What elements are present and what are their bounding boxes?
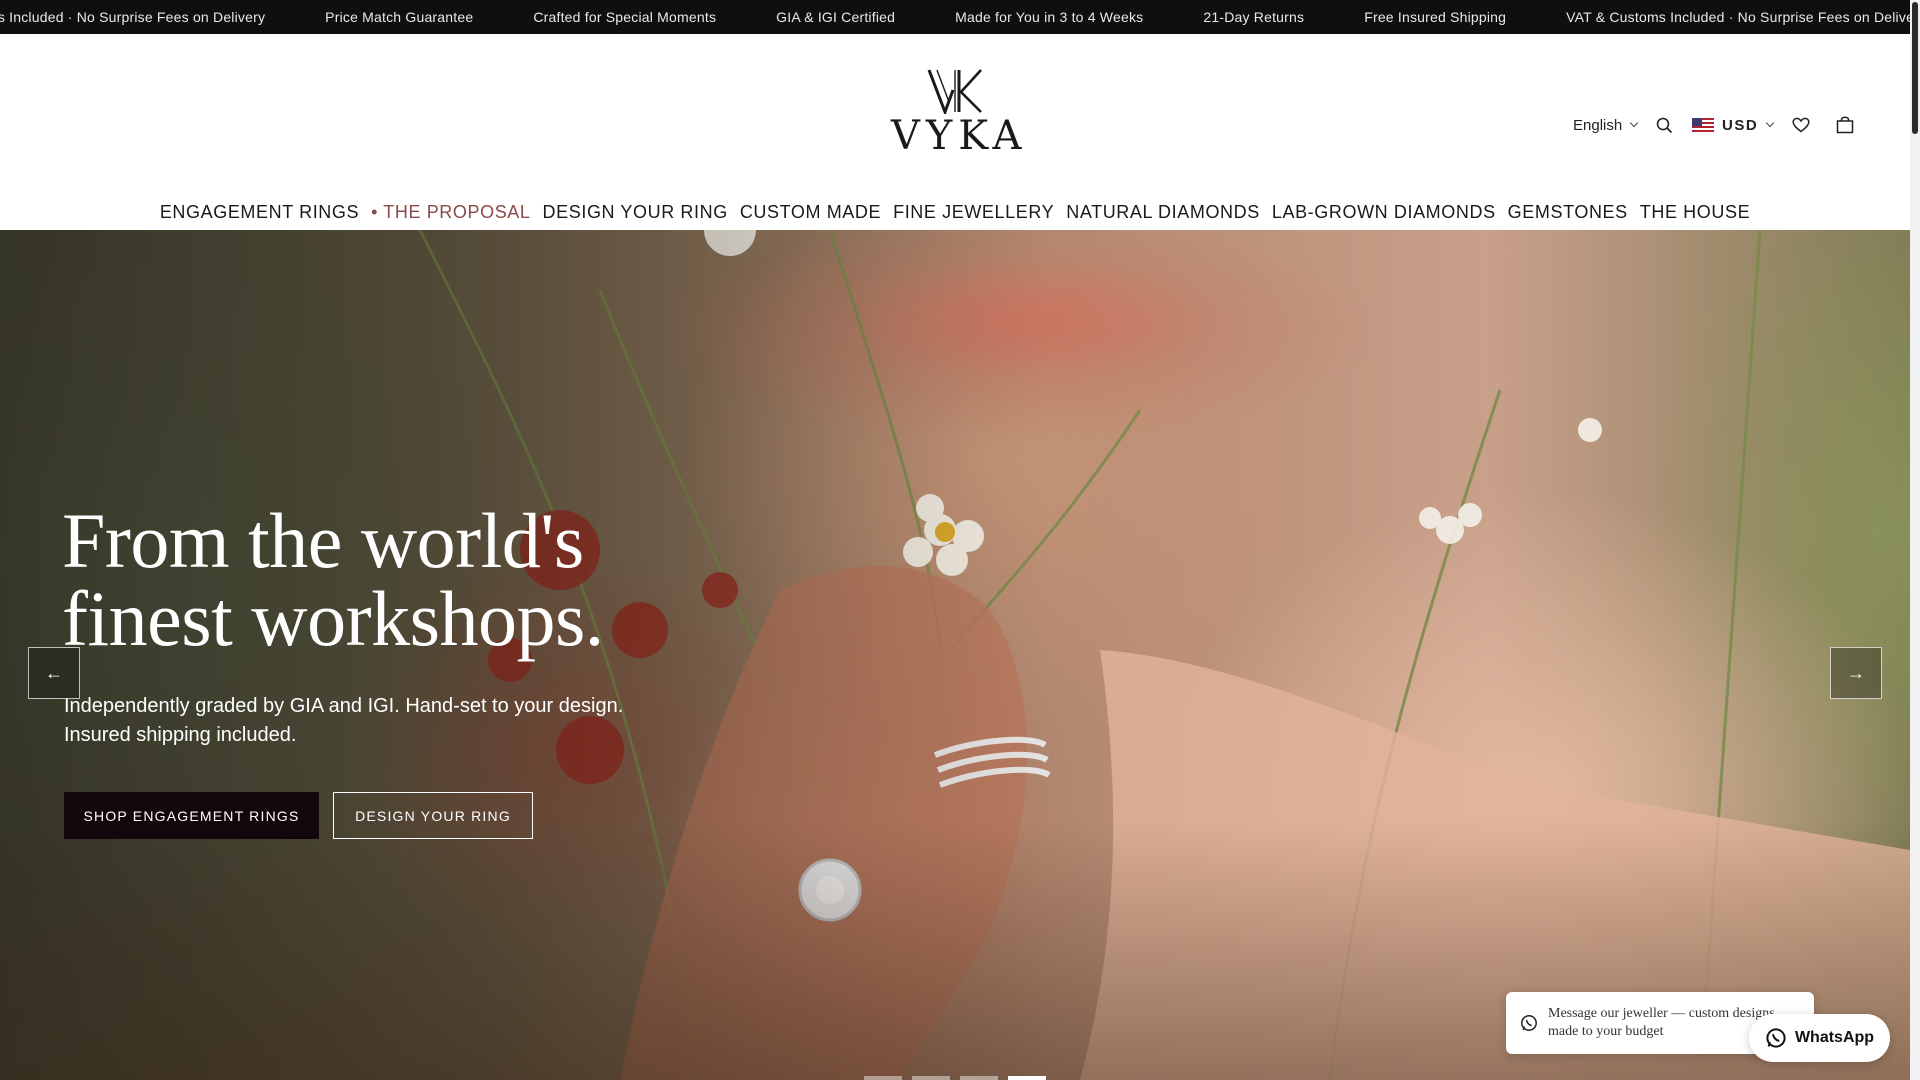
nav-item-engagement-rings[interactable]: ENGAGEMENT RINGS bbox=[154, 202, 365, 223]
nav-item-natural-diamonds[interactable]: NATURAL DIAMONDS bbox=[1060, 202, 1266, 223]
whatsapp-button[interactable]: WhatsApp bbox=[1749, 1014, 1890, 1062]
slide-dot-active[interactable] bbox=[1008, 1076, 1046, 1080]
nav-item-gemstones[interactable]: GEMSTONES bbox=[1502, 202, 1634, 223]
slide-dot[interactable] bbox=[912, 1076, 950, 1080]
nav-item-the-house[interactable]: THE HOUSE bbox=[1634, 202, 1756, 223]
announcement-item: Crafted for Special Moments bbox=[533, 9, 717, 25]
whatsapp-icon bbox=[1766, 1028, 1786, 1048]
hero-headline-line-2: finest workshops. bbox=[62, 575, 604, 662]
whatsapp-icon bbox=[1521, 1015, 1537, 1031]
chevron-down-icon bbox=[1765, 118, 1775, 128]
us-flag-icon bbox=[1692, 118, 1714, 132]
announcement-item: Price Match Guarantee bbox=[325, 9, 474, 25]
cart-button[interactable] bbox=[1836, 108, 1854, 142]
slide-dot[interactable] bbox=[864, 1076, 902, 1080]
site-header: VYKA English USD ENGAGEMENT RINGS • THE … bbox=[0, 34, 1910, 230]
hero-subcopy: Independently graded by GIA and IGI. Han… bbox=[64, 692, 624, 750]
slideshow-pagination bbox=[864, 1076, 1046, 1080]
hero-subcopy-line-1: Independently graded by GIA and IGI. Han… bbox=[64, 695, 624, 717]
main-navigation: ENGAGEMENT RINGS • THE PROPOSAL DESIGN Y… bbox=[0, 194, 1910, 230]
announcement-track: ms Included · No Surprise Fees on Delive… bbox=[0, 0, 1910, 34]
hero-slideshow: From the world's finest workshops. Indep… bbox=[0, 230, 1910, 1080]
nav-item-custom-made[interactable]: CUSTOM MADE bbox=[734, 202, 887, 223]
heart-icon bbox=[1792, 117, 1810, 133]
announcement-item: Free Insured Shipping bbox=[1364, 9, 1507, 25]
chevron-down-icon bbox=[1629, 118, 1639, 128]
search-button[interactable] bbox=[1656, 108, 1673, 142]
shop-engagement-rings-button[interactable]: SHOP ENGAGEMENT RINGS bbox=[64, 792, 319, 839]
nav-item-design-your-ring[interactable]: DESIGN YOUR RING bbox=[537, 202, 734, 223]
nav-item-lab-grown-diamonds[interactable]: LAB-GROWN DIAMONDS bbox=[1266, 202, 1502, 223]
arrow-left-icon: ← bbox=[45, 662, 63, 683]
whatsapp-button-label: WhatsApp bbox=[1794, 1029, 1875, 1046]
hero-headline: From the world's finest workshops. bbox=[62, 502, 682, 658]
currency-label: USD bbox=[1722, 116, 1759, 134]
search-icon bbox=[1656, 117, 1673, 133]
logo[interactable]: VYKA bbox=[885, 68, 1025, 156]
slideshow-prev-button[interactable]: ← bbox=[28, 647, 80, 699]
announcement-item: 21-Day Returns bbox=[1203, 9, 1305, 25]
currency-selector[interactable]: USD bbox=[1692, 108, 1775, 142]
hero-headline-line-1: From the world's bbox=[62, 497, 584, 584]
announcement-item: Made for You in 3 to 4 Weeks bbox=[955, 9, 1144, 25]
slide-dot[interactable] bbox=[960, 1076, 998, 1080]
arrow-right-icon: → bbox=[1847, 662, 1865, 683]
slideshow-next-button[interactable]: → bbox=[1830, 647, 1882, 699]
page-scrollbar[interactable] bbox=[1910, 0, 1920, 1080]
logo-monogram-icon bbox=[927, 69, 982, 114]
language-selector[interactable]: English bbox=[1573, 108, 1639, 142]
scrollbar-thumb[interactable] bbox=[1912, 2, 1918, 134]
language-label: English bbox=[1573, 116, 1623, 134]
logo-wordmark: VYKA bbox=[891, 113, 1028, 159]
hero-subcopy-line-2: Insured shipping included. bbox=[64, 724, 297, 746]
nav-item-the-proposal[interactable]: • THE PROPOSAL bbox=[365, 202, 536, 223]
bag-icon bbox=[1836, 116, 1854, 134]
announcement-item: VAT & Customs Included · No Surprise Fee… bbox=[1566, 9, 1910, 25]
announcement-item: GIA & IGI Certified bbox=[776, 9, 896, 25]
wishlist-button[interactable] bbox=[1792, 108, 1810, 142]
nav-item-fine-jewellery[interactable]: FINE JEWELLERY bbox=[887, 202, 1060, 223]
announcement-item: ms Included · No Surprise Fees on Delive… bbox=[0, 9, 266, 25]
design-your-ring-button[interactable]: DESIGN YOUR RING bbox=[333, 792, 533, 839]
announcement-bar: ms Included · No Surprise Fees on Delive… bbox=[0, 0, 1910, 34]
